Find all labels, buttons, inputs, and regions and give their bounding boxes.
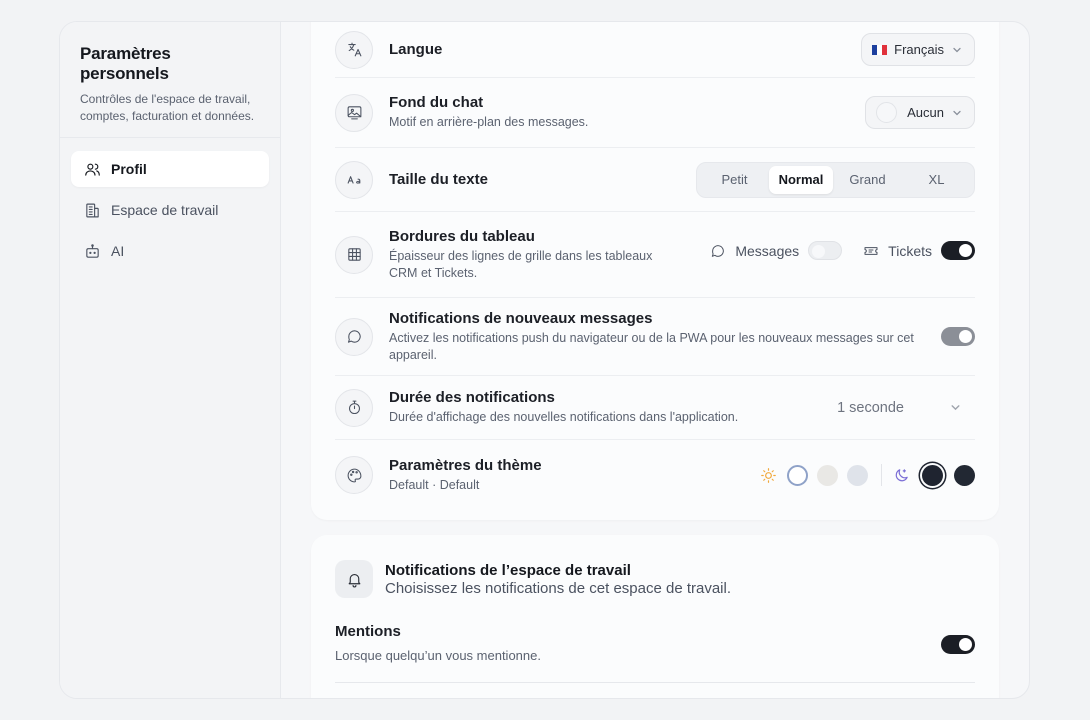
chat-bg-select[interactable]: Aucun bbox=[865, 96, 975, 129]
mentions-desc: Lorsque quelqu’un vous mentionne. bbox=[335, 648, 541, 663]
text-size-icon bbox=[335, 160, 373, 199]
tickets-label: Tickets bbox=[888, 242, 932, 259]
notif-duration-title: Durée des notifications bbox=[389, 389, 555, 406]
text-size-petit[interactable]: Petit bbox=[700, 166, 769, 194]
theme-light-white-swatch[interactable] bbox=[787, 464, 808, 486]
sun-icon bbox=[761, 467, 776, 483]
theme-light-blue-swatch[interactable] bbox=[847, 464, 868, 486]
text-size-xl[interactable]: XL bbox=[902, 166, 971, 194]
sidebar-item-profil[interactable]: Profil bbox=[71, 151, 269, 187]
table-borders-row: Bordures du tableau Épaisseur des lignes… bbox=[335, 212, 975, 298]
chat-bg-value: Aucun bbox=[907, 105, 944, 120]
notif-duration-desc: Durée d'affichage des nouvelles notifica… bbox=[389, 410, 739, 424]
notif-duration-select[interactable]: 1 seconde bbox=[837, 400, 961, 416]
theme-light-beige-swatch[interactable] bbox=[817, 464, 838, 486]
ticket-icon bbox=[864, 246, 878, 255]
chevron-down-icon bbox=[953, 47, 961, 52]
settings-card: Langue Français Fond du chat Motif en ar… bbox=[311, 22, 999, 520]
sidebar: Paramètres personnels Contrôles de l'esp… bbox=[60, 22, 281, 698]
language-title: Langue bbox=[389, 41, 443, 58]
chat-bubble-icon bbox=[712, 244, 725, 257]
theme-settings-row: Paramètres du thème Default · Default bbox=[335, 440, 975, 510]
sidebar-header: Paramètres personnels Contrôles de l'esp… bbox=[60, 22, 280, 138]
sidebar-title: Paramètres personnels bbox=[80, 44, 171, 83]
swatch-none bbox=[876, 102, 898, 123]
chat-background-row: Fond du chat Motif en arrière-plan des m… bbox=[335, 78, 975, 148]
bell-icon bbox=[335, 560, 373, 598]
text-size-normal[interactable]: Normal bbox=[769, 165, 833, 194]
new-msg-notif-toggle[interactable] bbox=[941, 327, 975, 346]
workspace-notifications-header: Notifications de l’espace de travail Cho… bbox=[335, 560, 731, 598]
sidebar-item-espace-de-travail[interactable]: Espace de travail bbox=[71, 192, 269, 228]
theme-title: Paramètres du thème bbox=[389, 456, 542, 474]
chevron-down-icon bbox=[953, 110, 961, 115]
palette-icon bbox=[335, 456, 373, 494]
workspace-notifications-title: Notifications de l’espace de travail bbox=[385, 561, 631, 579]
grid-icon bbox=[335, 235, 373, 274]
new-msg-notif-title: Notifications de nouveaux messages bbox=[389, 309, 653, 327]
messages-borders-toggle[interactable] bbox=[808, 241, 843, 260]
workspace-notifications-subtitle: Choisissez les notifications de cet espa… bbox=[385, 579, 732, 597]
chat-bg-title: Fond du chat bbox=[389, 94, 484, 111]
sidebar-item-ai[interactable]: AI bbox=[71, 233, 269, 269]
bot-icon bbox=[83, 242, 101, 260]
sidebar-item-label: AI bbox=[111, 243, 125, 259]
building-icon bbox=[83, 201, 101, 219]
mentions-toggle[interactable] bbox=[941, 635, 975, 654]
table-borders-title: Bordures du tableau bbox=[389, 227, 535, 245]
timer-icon bbox=[335, 388, 373, 427]
text-size-segmented: Petit Normal Grand XL bbox=[696, 161, 975, 198]
theme-dark-selected-swatch[interactable] bbox=[922, 464, 943, 486]
notif-duration-value: 1 seconde bbox=[837, 399, 904, 416]
theme-picker bbox=[760, 464, 975, 486]
tickets-borders-toggle[interactable] bbox=[941, 241, 975, 260]
theme-desc: Default · Default bbox=[389, 477, 480, 492]
new-msg-notif-desc: Activez les notifications push du naviga… bbox=[389, 330, 914, 362]
theme-dark-alt-swatch[interactable] bbox=[954, 464, 975, 486]
sidebar-item-label: Espace de travail bbox=[111, 202, 219, 218]
notification-duration-row: Durée des notifications Durée d'affichag… bbox=[335, 376, 975, 440]
flag-fr-icon bbox=[872, 44, 888, 55]
sidebar-nav: Profil Espace de travail AI bbox=[60, 138, 280, 287]
tickets-toggle-group: Tickets bbox=[863, 241, 975, 260]
messages-label: Messages bbox=[735, 242, 800, 259]
text-size-title: Taille du texte bbox=[389, 171, 488, 188]
chat-bubble-icon bbox=[335, 317, 373, 356]
language-row: Langue Français bbox=[335, 22, 975, 78]
image-icon bbox=[335, 93, 373, 132]
mentions-row: Mentions Lorsque quelqu’un vous mentionn… bbox=[335, 623, 975, 683]
new-message-notifications-row: Notifications de nouveaux messages Activ… bbox=[335, 298, 975, 376]
text-size-grand[interactable]: Grand bbox=[833, 166, 902, 194]
messages-toggle-group: Messages bbox=[710, 241, 843, 260]
translate-icon bbox=[335, 30, 373, 69]
mentions-title: Mentions bbox=[335, 623, 401, 640]
sidebar-item-label: Profil bbox=[111, 161, 147, 177]
table-borders-desc: Épaisseur des lignes de grille dans les … bbox=[389, 248, 653, 280]
settings-window: Paramètres personnels Contrôles de l'esp… bbox=[59, 21, 1030, 699]
chat-bg-desc: Motif en arrière-plan des messages. bbox=[389, 115, 589, 129]
moon-icon bbox=[895, 468, 908, 481]
workspace-notifications-card: Notifications de l’espace de travail Cho… bbox=[311, 535, 999, 698]
theme-divider bbox=[881, 464, 882, 486]
sidebar-subtitle: Contrôles de l'espace de travail, compte… bbox=[80, 92, 255, 123]
language-select[interactable]: Français bbox=[861, 33, 975, 66]
text-size-row: Taille du texte Petit Normal Grand XL bbox=[335, 148, 975, 212]
users-icon bbox=[83, 160, 101, 178]
language-value: Français bbox=[894, 42, 944, 57]
chevron-down-icon bbox=[951, 405, 960, 411]
